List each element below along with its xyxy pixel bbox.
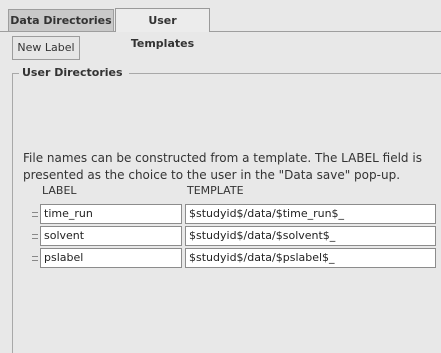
drag-handle-icon[interactable] [32,256,38,261]
template-field[interactable]: $studyid$/data/$solvent$_ [185,226,436,246]
label-field[interactable]: solvent [40,226,182,246]
drag-handle-icon[interactable] [32,234,38,239]
tab-user-templates[interactable]: User Templates [115,8,210,50]
label-field[interactable]: pslabel [40,248,182,268]
template-column-header: TEMPLATE [187,184,244,197]
label-column-header: LABEL [42,184,77,197]
group-title: User Directories [19,66,129,79]
description-line-1: File names can be constructed from a tem… [23,151,422,165]
drag-handle-icon[interactable] [32,212,38,217]
tab-data-directories[interactable]: Data Directories [8,9,114,31]
label-field[interactable]: time_run [40,204,182,224]
template-field[interactable]: $studyid$/data/$pslabel$_ [185,248,436,268]
tab-label: User Templates [130,14,195,50]
tab-label: Data Directories [10,14,112,27]
new-label-button[interactable]: New Label [12,36,80,60]
template-field[interactable]: $studyid$/data/$time_run$_ [185,204,436,224]
description-text: File names can be constructed from a tem… [23,150,433,184]
tab-bar: Data Directories User Templates [0,0,441,50]
description-line-2: presented as the choice to the user in t… [23,168,401,182]
